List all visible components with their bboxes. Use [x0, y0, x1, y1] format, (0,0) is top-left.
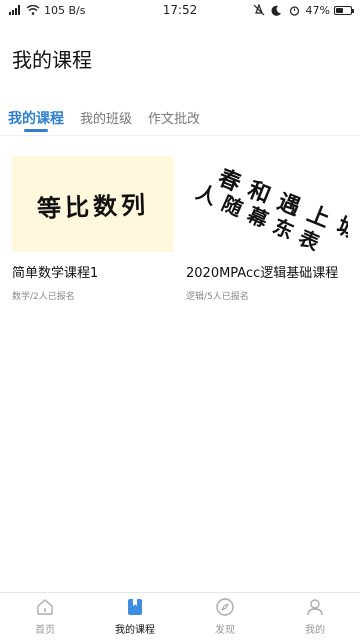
battery-percent: 47%	[305, 3, 330, 17]
thumbnail-calligraphy: 等比数列	[36, 189, 150, 223]
nav-me[interactable]: 我的	[270, 593, 360, 640]
nav-my-courses[interactable]: 我的课程	[90, 593, 180, 640]
page-title: 我的课程	[12, 48, 92, 72]
mute-icon	[252, 4, 266, 16]
nav-label: 我的	[305, 625, 325, 636]
wifi-icon	[26, 4, 40, 16]
course-card[interactable]: 等比数列 简单数学课程1 数学/2人已报名	[12, 156, 174, 302]
nav-discover[interactable]: 发现	[180, 593, 270, 640]
bottom-nav: 首页 我的课程 发现 我的	[0, 592, 360, 640]
course-card[interactable]: 春和遇上城 人随幕东表 2020MPAcc逻辑基础课程 逻辑/5人已报名	[186, 156, 348, 302]
tab-bar: 我的课程 我的班级 作文批改	[0, 100, 360, 136]
nav-label: 首页	[35, 625, 55, 636]
compass-icon	[215, 597, 235, 617]
course-thumbnail[interactable]: 春和遇上城 人随幕东表	[186, 156, 348, 252]
status-left: 105 B/s	[8, 4, 85, 17]
battery-icon	[334, 5, 354, 15]
signal-icon	[8, 4, 22, 16]
course-meta: 数学/2人已报名	[12, 292, 75, 302]
bookmark-icon	[125, 597, 145, 617]
status-bar: 105 B/s 17:52 47%	[0, 0, 360, 20]
thumbnail-calligraphy: 春和遇上城 人随幕东表	[186, 156, 348, 252]
tab-my-classes[interactable]: 我的班级	[80, 100, 132, 136]
network-speed: 105 B/s	[44, 3, 86, 17]
tab-my-courses[interactable]: 我的课程	[8, 100, 64, 136]
course-meta: 逻辑/5人已报名	[186, 292, 249, 302]
course-list: 等比数列 简单数学课程1 数学/2人已报名 春和遇上城 人随幕东表 2020MP…	[12, 156, 348, 302]
moon-icon	[270, 4, 284, 16]
home-icon	[35, 597, 55, 617]
battery-fill	[336, 7, 343, 13]
status-right: 47%	[252, 3, 354, 17]
nav-label: 发现	[215, 625, 235, 636]
alarm-icon	[288, 4, 302, 16]
nav-home[interactable]: 首页	[0, 593, 90, 640]
course-thumbnail[interactable]: 等比数列	[12, 156, 174, 252]
tab-essay-correction[interactable]: 作文批改	[148, 100, 200, 136]
nav-label: 我的课程	[115, 625, 155, 636]
user-icon	[305, 597, 325, 617]
course-title[interactable]: 简单数学课程1	[12, 262, 174, 281]
course-title[interactable]: 2020MPAcc逻辑基础课程	[186, 262, 348, 281]
